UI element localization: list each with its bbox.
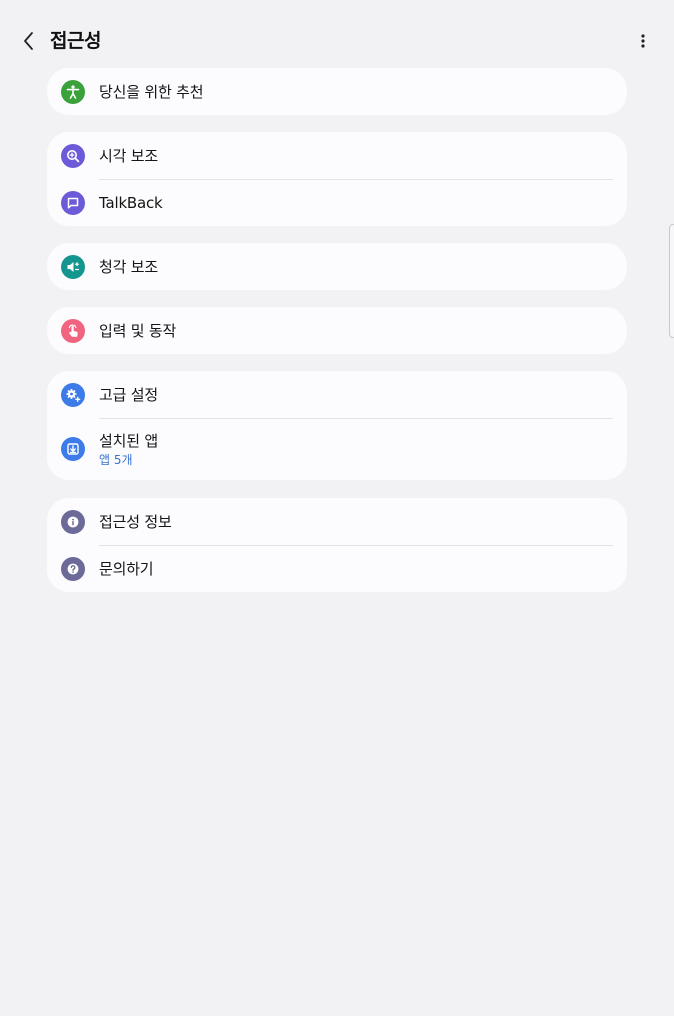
touch-hand-icon <box>61 318 85 343</box>
speech-bubble-icon <box>61 190 85 215</box>
menu-item-label: 시각 보조 <box>99 146 158 165</box>
gear-plus-icon <box>61 382 85 407</box>
magnifier-icon <box>61 143 85 168</box>
question-icon <box>61 556 85 581</box>
menu-item-label: 설치된 앱 <box>99 431 158 450</box>
more-vertical-icon <box>641 34 645 48</box>
settings-group-advanced: 고급 설정 설치된 앱 앱 5개 <box>47 371 627 480</box>
menu-item-label: 고급 설정 <box>99 385 158 404</box>
speaker-icon <box>61 254 85 279</box>
menu-item-advanced-settings[interactable]: 고급 설정 <box>47 371 627 418</box>
back-button[interactable] <box>14 26 44 56</box>
menu-item-about-accessibility[interactable]: 접근성 정보 <box>47 498 627 545</box>
chevron-left-icon <box>24 32 33 50</box>
menu-item-vision-assist[interactable]: 시각 보조 <box>47 132 627 179</box>
page-title: 접근성 <box>50 30 101 52</box>
menu-item-talkback[interactable]: TalkBack <box>47 179 627 226</box>
accessibility-person-icon <box>61 79 85 104</box>
menu-item-label: 당신을 위한 추천 <box>99 82 204 101</box>
scroll-handle[interactable] <box>669 224 674 338</box>
more-options-button[interactable] <box>628 26 658 56</box>
menu-item-interaction-dexterity[interactable]: 입력 및 동작 <box>47 307 627 354</box>
menu-item-label: 청각 보조 <box>99 257 158 276</box>
settings-group-interaction: 입력 및 동작 <box>47 307 627 354</box>
menu-item-hearing-assist[interactable]: 청각 보조 <box>47 243 627 290</box>
settings-group-vision: 시각 보조 TalkBack <box>47 132 627 226</box>
menu-item-contact-us[interactable]: 문의하기 <box>47 545 627 592</box>
info-icon <box>61 509 85 534</box>
download-icon <box>61 437 85 461</box>
settings-group-about: 접근성 정보 문의하기 <box>47 498 627 592</box>
settings-group-hearing: 청각 보조 <box>47 243 627 290</box>
menu-item-label: TalkBack <box>99 193 163 212</box>
menu-item-recommended[interactable]: 당신을 위한 추천 <box>47 68 627 115</box>
menu-item-installed-apps[interactable]: 설치된 앱 앱 5개 <box>47 418 627 480</box>
menu-item-label: 접근성 정보 <box>99 512 172 531</box>
installed-apps-count: 앱 5개 <box>99 452 133 467</box>
menu-item-label: 입력 및 동작 <box>99 321 177 340</box>
menu-item-label: 문의하기 <box>99 559 154 578</box>
app-bar: 접근성 <box>0 0 674 68</box>
settings-group-recommended: 당신을 위한 추천 <box>47 68 627 115</box>
